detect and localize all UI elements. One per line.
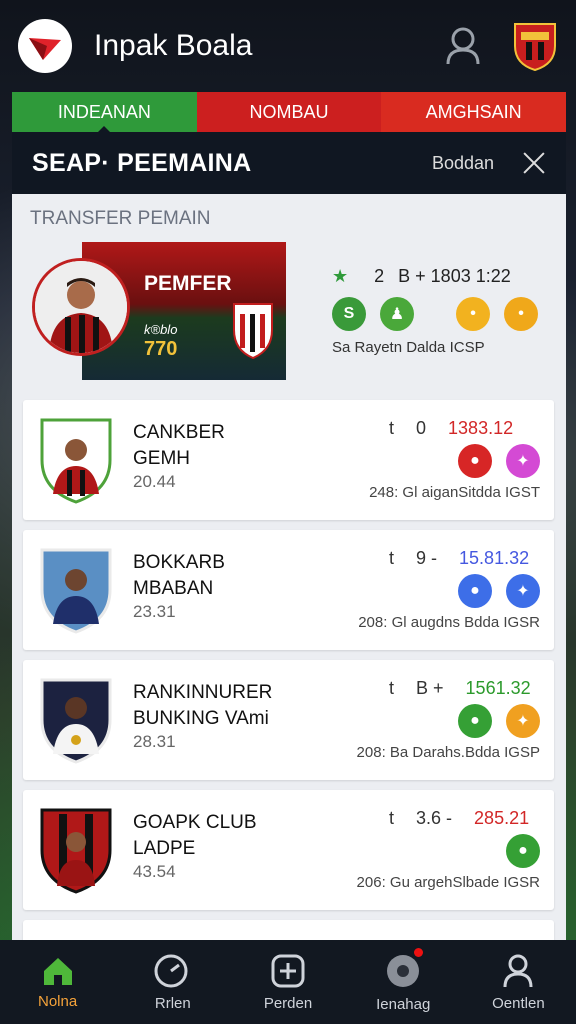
player-footer: 208: Ba Darahs.Bdda IGSP [356,744,540,761]
featured-value: 770 [144,338,178,360]
nav-add[interactable]: Perden [230,940,345,1024]
nav-results[interactable]: Rrlen [115,940,230,1024]
top-bar: Inpak Boala [0,0,576,92]
app-logo[interactable] [18,19,72,73]
club-crest-icon [514,23,556,72]
pin-icon[interactable]: ● [506,834,540,868]
player-price: 1561.32 [465,678,531,698]
player-photo [35,261,127,353]
panel-header: SEAP· PEEMAINA Boddan [12,132,566,194]
player-age: 28.31 [133,732,176,751]
user-icon [503,954,533,987]
featured-caption: Sa Rayetn Dalda ICSP [332,339,485,356]
nav-messages[interactable]: Ienahag [346,940,461,1024]
tab-1[interactable]: INDEANAN [12,92,197,133]
profile-button[interactable] [438,21,488,71]
tab-3[interactable]: AMGHSAIN [381,92,567,132]
player-price: 285.21 [474,808,530,828]
pin-icon[interactable]: ● [458,704,492,738]
player-shield-icon [40,548,112,634]
player-stats: t 0 1383.12 [389,418,513,439]
player-stats: t B + 1561.32 [389,678,531,699]
player-age: 20.44 [133,472,176,491]
stat-value: B + [416,678,444,698]
featured-name: PEMFER [144,272,232,295]
nav-home[interactable]: Nolna [0,940,115,1024]
stat-value: 3.6 - [416,808,453,828]
player-name: CANKBER GEMH [133,422,225,469]
nav-label: Perden [263,994,313,1012]
player-age: 23.31 [133,602,176,621]
player-card[interactable]: CANKBER GEMH 20.44 t 0 1383.12 ● ✦ 248: … [23,400,554,520]
player-shield-icon [40,808,112,894]
player-name: BOKKARB MBABAN [133,552,225,599]
section-label: TRANSFER PEMAIN [30,208,211,229]
pin-icon[interactable]: ● [458,574,492,608]
transfer-panel: SEAP· PEEMAINA Boddan TRANSFER PEMAIN PE… [12,132,566,940]
panel-title: SEAP· PEEMAINA [32,148,252,177]
player-badges: ● ✦ [458,574,540,608]
notification-dot [413,948,423,957]
panel-action-button[interactable]: Boddan [432,153,494,174]
player-shield-icon [40,418,112,504]
featured-stats: ★ 2 B + 1803 1:22 S ♟ • • Sa Rayetn Dald… [332,266,552,356]
player-card-partial[interactable] [23,920,554,940]
stat-marker: t [389,678,395,698]
player-footer: 208: Gl augdns Bdda IGSR [358,614,540,631]
user-icon [446,27,480,65]
pin-icon[interactable]: • [456,297,490,331]
club-shield-icon [233,303,273,360]
stat-badge-2[interactable]: ♟ [380,297,414,331]
nav-label: Nolna [38,992,78,1010]
plus-icon [271,954,305,987]
featured-sub: k®blo [144,322,178,337]
featured-player[interactable]: PEMFER k®blo 770 ★ 2 B + 1803 1:22 S ♟ •… [12,238,566,388]
category-tabs: INDEANAN NOMBAU AMGHSAIN [12,92,567,133]
player-footer: 206: Gu argehSlbade IGSR [356,874,540,891]
player-footer: 248: Gl aiganSitdda IGST [369,484,540,501]
player-card[interactable]: RANKINNURER BUNKING VAmi 28.31 t B + 156… [23,660,554,780]
player-stats: t 9 - 15.81.32 [389,548,529,569]
close-icon[interactable] [522,151,546,175]
bottom-nav: Nolna Rrlen Perden Ienahag Oentlen [0,940,576,1024]
player-badges: ● ✦ [458,704,540,738]
star-icon: ★ [332,266,349,286]
stat-badge-1[interactable]: S [332,297,366,331]
nav-label: Ienahag [376,995,431,1013]
club-badge-icon[interactable]: • [504,297,538,331]
logo-icon [29,38,61,60]
nav-profile[interactable]: Oentlen [461,940,576,1024]
boot-icon[interactable]: ✦ [506,704,540,738]
boot-icon[interactable]: ✦ [506,444,540,478]
player-badges: ● ✦ [458,444,540,478]
ball-icon [387,954,420,987]
featured-count: 2 [374,266,385,286]
tab-2[interactable]: NOMBAU [196,92,382,132]
player-age: 43.54 [133,862,176,881]
player-card[interactable]: GOAPK CLUB LADPE 43.54 t 3.6 - 285.21 ● … [23,790,554,910]
home-icon [43,957,72,985]
player-name: RANKINNURER BUNKING VAmi [133,682,273,729]
player-shield-icon [40,678,112,764]
clock-icon [154,954,188,987]
player-price: 1383.12 [448,418,514,438]
stat-value: 9 - [416,548,438,568]
nav-label: Rrlen [154,994,191,1012]
boot-icon[interactable]: ✦ [506,574,540,608]
player-badges: ● [506,834,540,868]
featured-odds: B + 1803 1:22 [398,266,511,286]
featured-avatar [32,258,130,356]
pin-icon[interactable]: ● [458,444,492,478]
nav-label: Oentlen [492,994,545,1012]
player-price: 15.81.32 [459,548,530,568]
player-stats: t 3.6 - 285.21 [389,808,529,829]
stat-marker: t [389,808,395,828]
stat-marker: t [389,418,395,438]
player-card[interactable]: BOKKARB MBABAN 23.31 t 9 - 15.81.32 ● ✦ … [23,530,554,650]
app-title: Inpak Boala [94,29,253,62]
stat-marker: t [389,548,395,568]
stat-value: 0 [416,418,427,438]
player-name: GOAPK CLUB LADPE [133,812,257,859]
club-crest-button[interactable] [512,20,558,72]
